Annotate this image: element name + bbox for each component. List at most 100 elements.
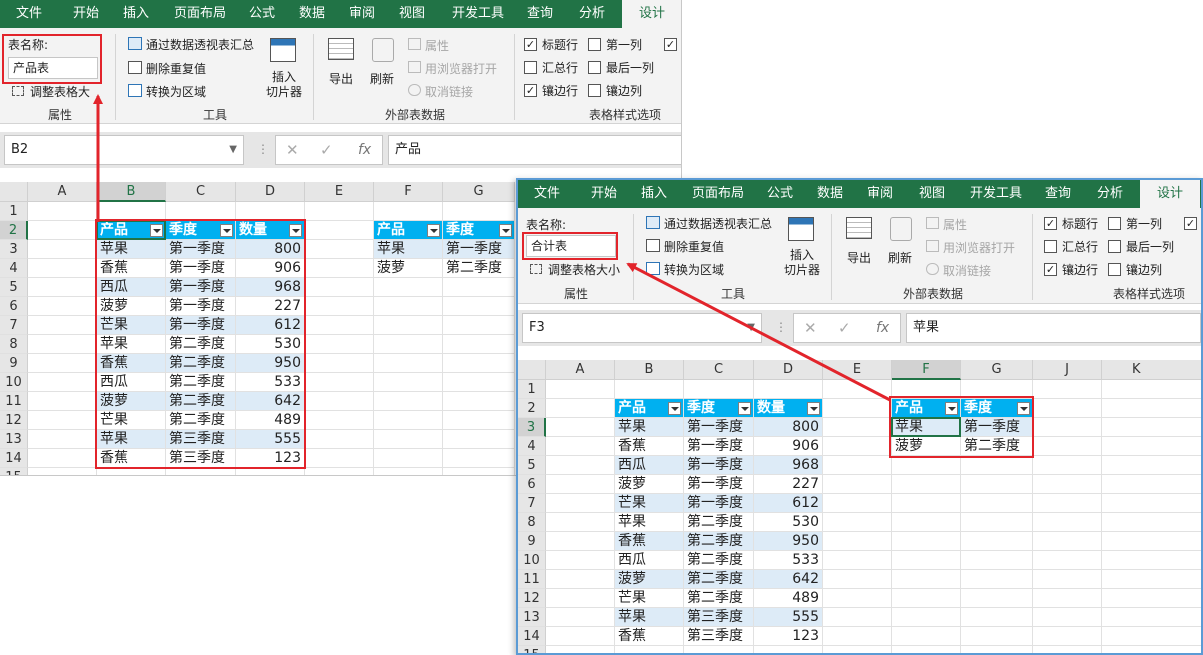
refresh-button[interactable]: 刷新 — [888, 249, 912, 266]
row-header[interactable]: 10 — [518, 551, 546, 570]
tab-view[interactable]: 视图 — [390, 0, 434, 28]
row-header[interactable]: 15 — [518, 646, 546, 653]
first-column-checkbox[interactable] — [1108, 217, 1121, 230]
row-header[interactable]: 10 — [0, 373, 28, 392]
table-cell[interactable]: 菠萝 — [374, 259, 443, 278]
chevron-down-icon[interactable]: ▼ — [229, 136, 237, 164]
table-cell[interactable]: 第一季度 — [684, 437, 754, 456]
open-in-browser-button[interactable]: 用浏览器打开 — [943, 239, 1015, 256]
row-header[interactable]: 8 — [518, 513, 546, 532]
banded-rows-checkbox[interactable]: ✓ — [524, 84, 537, 97]
row-header[interactable]: 2 — [518, 399, 546, 418]
banded-columns-checkbox[interactable] — [1108, 263, 1121, 276]
column-header[interactable]: B — [97, 182, 166, 202]
tab-view[interactable]: 视图 — [910, 180, 954, 208]
table-cell[interactable]: 苹果 — [374, 240, 443, 259]
column-header[interactable]: J — [1033, 360, 1102, 380]
tab-formulas[interactable]: 公式 — [758, 180, 802, 208]
filter-dropdown-icon[interactable] — [738, 402, 751, 415]
table-cell[interactable]: 香蕉 — [615, 627, 684, 646]
tab-insert[interactable]: 插入 — [632, 180, 676, 208]
worksheet-grid[interactable]: 产品 季度 数量 苹果 第一季度 800 香蕉 第一季度 906 西瓜 第一季度 968 菠萝 第一季度 2… — [546, 380, 1201, 653]
tab-developer[interactable]: 开发工具 — [444, 0, 512, 28]
enter-icon[interactable]: ✓ — [838, 314, 851, 342]
tab-design[interactable]: 设计 — [622, 0, 681, 28]
column-header[interactable]: F — [892, 360, 961, 380]
column-header[interactable]: D — [754, 360, 823, 380]
column-header[interactable]: E — [305, 182, 374, 202]
table-cell[interactable]: 612 — [754, 494, 823, 513]
summarize-pivot-button[interactable]: 通过数据透视表汇总 — [146, 36, 254, 53]
tab-home[interactable]: 开始 — [576, 180, 632, 208]
last-column-checkbox[interactable] — [1108, 240, 1121, 253]
open-in-browser-button[interactable]: 用浏览器打开 — [425, 60, 497, 77]
row-header[interactable]: 6 — [518, 475, 546, 494]
table-cell[interactable]: 第二季度 — [684, 551, 754, 570]
table-header-cell[interactable]: 产品 — [374, 221, 443, 240]
table-cell[interactable]: 香蕉 — [615, 437, 684, 456]
row-header[interactable]: 7 — [0, 316, 28, 335]
insert-slicer-button[interactable]: 插入 切片器 — [780, 248, 824, 278]
fx-icon[interactable]: fx — [876, 314, 889, 342]
table-header-cell[interactable]: 数量 — [754, 399, 823, 418]
cancel-icon[interactable]: ✕ — [804, 314, 817, 342]
tab-data[interactable]: 数据 — [290, 0, 334, 28]
enter-icon[interactable]: ✓ — [320, 136, 333, 164]
table-cell[interactable]: 642 — [754, 570, 823, 589]
row-header[interactable]: 1 — [518, 380, 546, 399]
row-header[interactable]: 4 — [0, 259, 28, 278]
last-column-checkbox[interactable] — [588, 61, 601, 74]
row-header[interactable]: 15 — [0, 468, 28, 475]
table-header-cell[interactable]: 产品 — [615, 399, 684, 418]
row-header[interactable]: 13 — [0, 430, 28, 449]
row-header[interactable]: 13 — [518, 608, 546, 627]
remove-duplicates-button[interactable]: 删除重复值 — [146, 60, 206, 77]
row-header[interactable]: 1 — [0, 202, 28, 221]
filter-dropdown-icon[interactable] — [427, 224, 440, 237]
fx-icon[interactable]: fx — [358, 136, 371, 164]
table-cell[interactable]: 第二季度 — [684, 570, 754, 589]
table-cell[interactable]: 第一季度 — [684, 475, 754, 494]
table-cell[interactable]: 芒果 — [615, 589, 684, 608]
tab-home[interactable]: 开始 — [58, 0, 114, 28]
export-button[interactable]: 导出 — [847, 249, 871, 266]
table-header-cell[interactable]: 季度 — [443, 221, 515, 240]
filter-dropdown-icon[interactable] — [807, 402, 820, 415]
properties-button[interactable]: 属性 — [943, 216, 967, 233]
total-row-checkbox[interactable] — [524, 61, 537, 74]
formula-input[interactable]: 产品 — [388, 135, 681, 165]
header-row-checkbox[interactable]: ✓ — [1044, 217, 1057, 230]
tab-insert[interactable]: 插入 — [114, 0, 158, 28]
row-header[interactable]: 14 — [0, 449, 28, 468]
chevron-down-icon[interactable]: ▼ — [747, 314, 755, 342]
tab-query[interactable]: 查询 — [518, 0, 562, 28]
table-cell[interactable]: 菠萝 — [615, 570, 684, 589]
row-header[interactable]: 5 — [0, 278, 28, 297]
tab-file[interactable]: 文件 — [518, 180, 576, 208]
column-header[interactable]: F — [374, 182, 443, 202]
column-header[interactable]: D — [236, 182, 305, 202]
row-header[interactable]: 12 — [0, 411, 28, 430]
banded-rows-checkbox[interactable]: ✓ — [1044, 263, 1057, 276]
tab-page-layout[interactable]: 页面布局 — [164, 0, 236, 28]
tab-analyze[interactable]: 分析 — [570, 0, 614, 28]
table-cell[interactable]: 第一季度 — [684, 456, 754, 475]
insert-slicer-button[interactable]: 插入 切片器 — [262, 70, 306, 100]
formula-input[interactable]: 苹果 — [906, 313, 1201, 343]
convert-to-range-button[interactable]: 转换为区域 — [664, 261, 724, 278]
header-row-checkbox[interactable]: ✓ — [524, 38, 537, 51]
tab-data[interactable]: 数据 — [808, 180, 852, 208]
row-header[interactable]: 12 — [518, 589, 546, 608]
unlink-button[interactable]: 取消链接 — [425, 83, 473, 100]
row-header[interactable]: 6 — [0, 297, 28, 316]
table-cell[interactable]: 第二季度 — [684, 532, 754, 551]
tab-query[interactable]: 查询 — [1036, 180, 1080, 208]
table-cell[interactable]: 苹果 — [615, 513, 684, 532]
banded-columns-checkbox[interactable] — [588, 84, 601, 97]
table-cell[interactable]: 苹果 — [615, 418, 684, 437]
table-cell[interactable]: 第一季度 — [684, 494, 754, 513]
properties-button[interactable]: 属性 — [425, 37, 449, 54]
table-cell[interactable]: 第一季度 — [443, 240, 515, 259]
select-all-corner[interactable] — [518, 360, 546, 380]
filter-button-checkbox[interactable]: ✓ — [1184, 217, 1197, 230]
